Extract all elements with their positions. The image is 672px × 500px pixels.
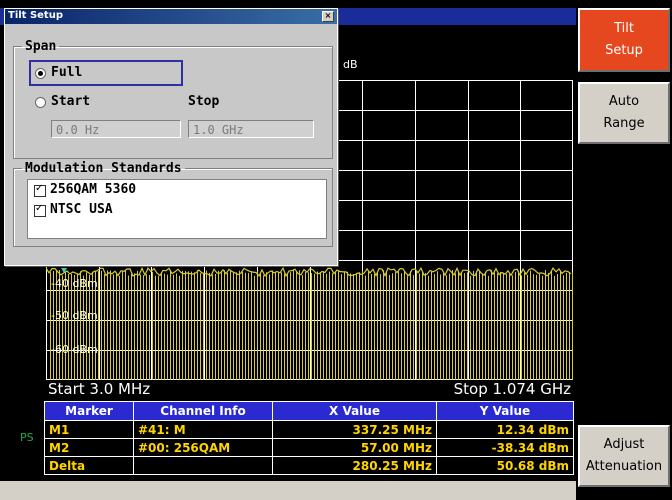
y-value-cell: 50.68 dBm [436,456,574,475]
table-row[interactable]: M2 #00: 256QAM 57.00 MHz -38.34 dBm [44,438,574,457]
tilt-setup-dialog: Tilt Setup × Span Full Start Stop 0.0 Hz… [4,8,338,266]
channel-cell [133,456,273,475]
start-label: Start [51,94,91,109]
stop-label: Stop [188,94,220,109]
start-frequency-input[interactable]: 0.0 Hz [51,120,181,138]
y-tick-label: -50 dBm [51,309,98,322]
status-strip [0,481,576,500]
y-unit-label: dB [343,58,358,71]
marker-m1-indicator[interactable] [61,268,67,273]
start-frequency: Start 3.0 MHz [48,380,151,398]
channel-cell: #00: 256QAM [133,438,273,457]
softkey-label: Attenuation [585,459,663,474]
x-value-cell: 280.25 MHz [272,456,437,475]
close-icon[interactable]: × [322,11,334,22]
softkey-tilt-setup[interactable]: Tilt Setup [578,8,670,72]
span-legend: Span [25,39,57,54]
y-value-cell: -38.34 dBm [436,438,574,457]
marker-cell: M1 [44,420,134,439]
radio-full[interactable] [35,68,46,79]
softkey-label: Tilt [614,21,634,36]
dialog-title-bar[interactable]: Tilt Setup × [5,9,337,24]
modulation-legend: Modulation Standards [25,161,182,176]
mod-item-label: 256QAM 5360 [50,182,137,197]
softkey-auto-range[interactable]: Auto Range [578,82,670,144]
softkey-label: Auto [608,94,640,109]
col-header-x-value: X Value [272,401,437,421]
frequency-range-bar: Start 3.0 MHz Stop 1.074 GHz [46,379,573,399]
stop-frequency-input[interactable]: 1.0 GHz [188,120,314,138]
col-header-y-value: Y Value [436,401,574,421]
table-row[interactable]: Delta 280.25 MHz 50.68 dBm [44,456,574,475]
col-header-marker: Marker [44,401,134,421]
marker-cell: Delta [44,456,134,475]
softkey-adjust-attenuation[interactable]: Adjust Attenuation [578,425,670,487]
modulation-list: 256QAM 5360 NTSC USA [27,179,327,239]
marker-cell: M2 [44,438,134,457]
stop-frequency: Stop 1.074 GHz [453,380,571,398]
dialog-title: Tilt Setup [8,10,63,21]
x-value-cell: 337.25 MHz [272,420,437,439]
softkey-label: Range [603,116,645,131]
table-row[interactable]: M1 #41: M 337.25 MHz 12.34 dBm [44,420,574,439]
col-header-channel-info: Channel Info [133,401,273,421]
checkbox-256qam[interactable] [34,183,46,197]
radio-start[interactable] [35,97,46,108]
softkey-label: Adjust [603,437,645,452]
full-label: Full [51,65,83,80]
ps-indicator: PS [20,431,34,444]
mod-item-label: NTSC USA [50,202,113,217]
y-tick-label: -60 dBm [51,343,98,356]
y-tick-label: -40 dBm [51,277,98,290]
channel-cell: #41: M [133,420,273,439]
x-value-cell: 57.00 MHz [272,438,437,457]
checkbox-ntsc-usa[interactable] [34,203,46,217]
softkey-label: Setup [605,43,643,58]
y-value-cell: 12.34 dBm [436,420,574,439]
marker-table: Marker Channel Info X Value Y Value M1 #… [44,401,574,475]
